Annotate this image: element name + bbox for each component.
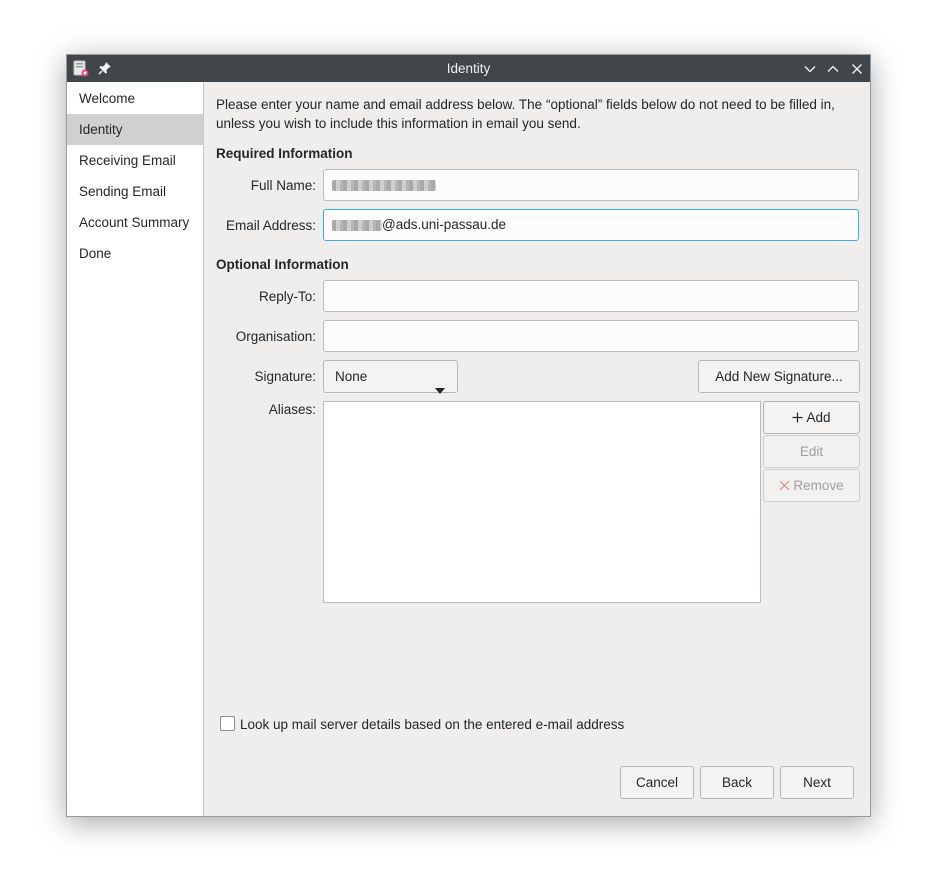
- email-domain-text: @ads.uni-passau.de: [382, 217, 507, 232]
- title-bar[interactable]: Identity: [67, 55, 870, 82]
- back-button[interactable]: Back: [700, 766, 774, 799]
- required-information-heading: Required Information: [216, 146, 353, 161]
- edit-alias-button[interactable]: Edit: [763, 435, 860, 468]
- redacted-email-user: [332, 219, 382, 231]
- identity-dialog: Identity Welcome Identity Receiving Emai…: [66, 54, 871, 817]
- aliases-label: Aliases:: [268, 402, 316, 417]
- lookup-server-label[interactable]: Look up mail server details based on the…: [240, 717, 624, 732]
- chevron-up-icon: [827, 65, 839, 72]
- organisation-input[interactable]: [323, 320, 859, 352]
- sidebar-item-sending-email[interactable]: Sending Email: [67, 176, 203, 207]
- close-icon: [852, 64, 862, 74]
- sidebar-item-welcome[interactable]: Welcome: [67, 83, 203, 114]
- reply-to-input[interactable]: [323, 280, 859, 312]
- redacted-name: [332, 179, 436, 191]
- email-address-field[interactable]: @ads.uni-passau.de: [323, 209, 859, 241]
- remove-alias-button[interactable]: Remove: [763, 469, 860, 502]
- full-name-field[interactable]: [323, 169, 859, 201]
- wizard-steps-sidebar: Welcome Identity Receiving Email Sending…: [67, 82, 204, 816]
- reply-to-label: Reply-To:: [258, 289, 316, 304]
- email-address-label: Email Address:: [225, 218, 316, 233]
- chevron-down-icon: [804, 66, 816, 73]
- organisation-label: Organisation:: [235, 329, 316, 344]
- add-alias-label: Add: [806, 410, 831, 425]
- aliases-list[interactable]: [323, 401, 761, 603]
- window-title: Identity: [446, 61, 491, 76]
- minimize-button[interactable]: [802, 61, 818, 77]
- close-icon: [779, 471, 790, 502]
- full-name-label: Full Name:: [250, 178, 316, 193]
- add-new-signature-button[interactable]: Add New Signature...: [698, 360, 860, 393]
- sidebar-item-identity[interactable]: Identity: [67, 114, 203, 145]
- remove-alias-label: Remove: [793, 478, 844, 493]
- lookup-server-checkbox[interactable]: [220, 716, 235, 731]
- sidebar-item-done[interactable]: Done: [67, 238, 203, 269]
- close-button[interactable]: [849, 61, 865, 77]
- maximize-button[interactable]: [825, 61, 841, 77]
- signature-selected-value: None: [335, 369, 368, 384]
- next-button[interactable]: Next: [780, 766, 854, 799]
- sidebar-item-account-summary[interactable]: Account Summary: [67, 207, 203, 238]
- intro-text: Please enter your name and email address…: [216, 97, 835, 131]
- cancel-button[interactable]: Cancel: [620, 766, 694, 799]
- optional-information-heading: Optional Information: [216, 257, 349, 272]
- signature-select[interactable]: None: [323, 360, 458, 394]
- plus-icon: [792, 403, 803, 434]
- add-alias-button[interactable]: Add: [763, 401, 860, 434]
- identity-page: Please enter your name and email address…: [204, 82, 870, 816]
- signature-label: Signature:: [254, 369, 316, 384]
- sidebar-item-receiving-email[interactable]: Receiving Email: [67, 145, 203, 176]
